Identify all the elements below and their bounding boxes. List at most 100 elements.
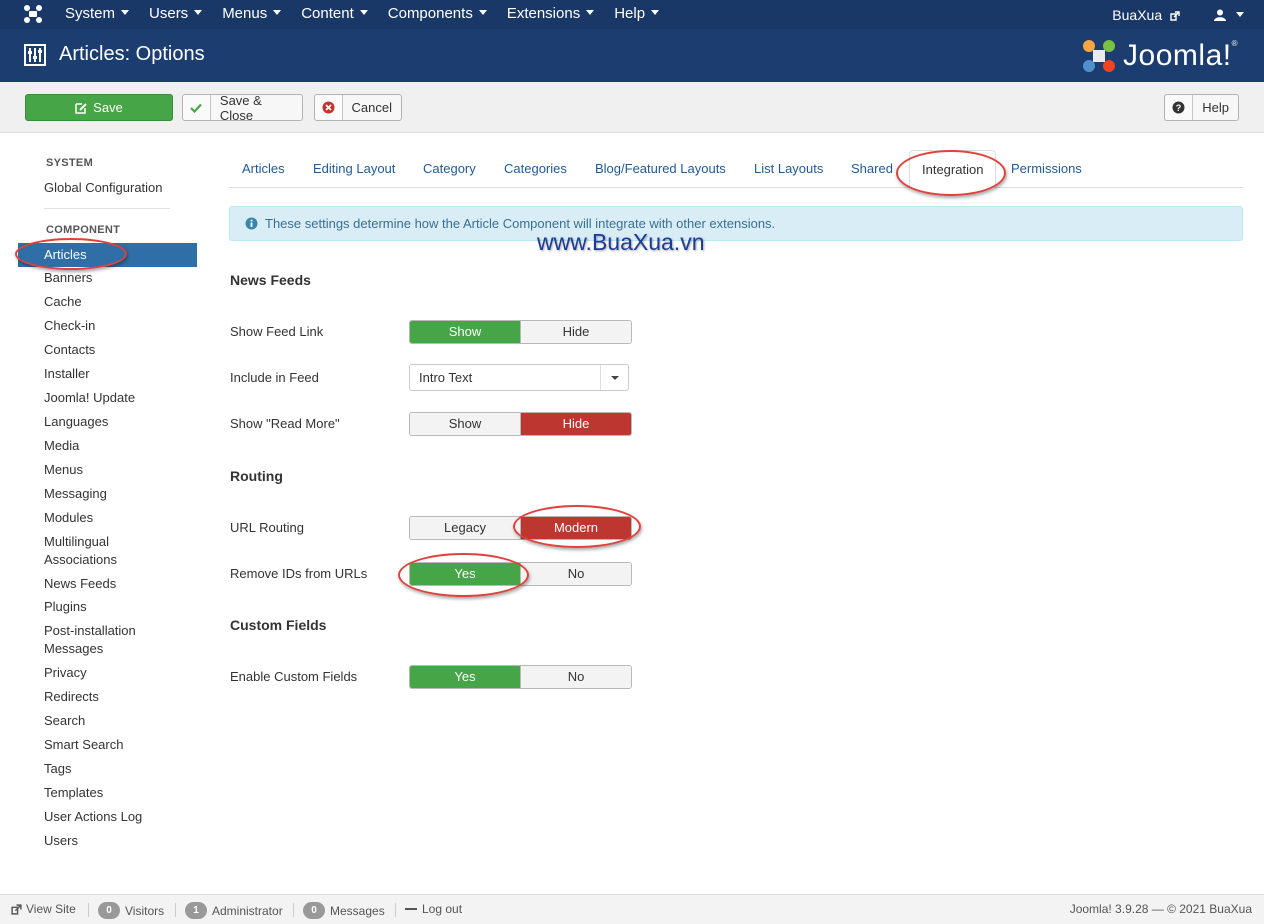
enable-custom-fields-no[interactable]: No [520,666,631,688]
url-routing-label: URL Routing [230,520,304,535]
include-in-feed-select[interactable]: Intro Text [409,364,629,391]
footer-divider [293,903,294,917]
caret-down-icon [600,365,628,390]
sidebar-item[interactable]: Cache [44,293,82,311]
sidebar-item[interactable]: Banners [44,269,92,287]
remove-ids-label: Remove IDs from URLs [230,566,368,581]
menu-system[interactable]: System [55,0,139,29]
menu-help[interactable]: Help [604,0,669,29]
sidebar-item[interactable]: Privacy [44,664,87,682]
sidebar-item-articles[interactable]: Articles [18,243,197,267]
joomla-icon[interactable] [22,4,44,24]
menu-menus[interactable]: Menus [212,0,291,29]
user-menu[interactable] [1214,9,1244,21]
remove-ids-yes[interactable]: Yes [410,563,520,585]
tab-editing-layout[interactable]: Editing Layout [313,150,395,188]
cancel-circle-icon [315,95,343,120]
caret-down-icon [1236,12,1244,17]
sidebar-item[interactable]: Redirects [44,688,99,706]
menu-content[interactable]: Content [291,0,378,29]
section-news-feeds: News Feeds [230,272,311,288]
check-icon [183,95,211,120]
sidebar-heading-component: COMPONENT [46,224,121,236]
tab-categories[interactable]: Categories [504,150,567,188]
url-routing-legacy[interactable]: Legacy [410,517,520,539]
show-read-more-toggle: Show Hide [409,412,632,436]
sidebar-item[interactable]: Users [44,832,78,850]
view-site-link[interactable]: View Site [11,902,76,916]
show-read-more-show[interactable]: Show [410,413,520,435]
footer-divider [88,903,89,917]
sidebar-item[interactable]: Messaging [44,485,107,503]
caret-down-icon [651,10,660,15]
sidebar-item-global-configuration[interactable]: Global Configuration [44,179,163,197]
administrator-link[interactable]: 1 Administrator [185,902,283,919]
caret-down-icon [273,10,282,15]
svg-text:?: ? [1176,103,1182,113]
save-close-button[interactable]: Save & Close [182,93,303,123]
minus-icon [405,908,417,910]
footer-divider [175,903,176,917]
tab-list-layouts[interactable]: List Layouts [754,150,823,188]
joomla-logo-icon [1083,40,1116,72]
sidebar-item[interactable]: Tags [44,760,71,778]
sidebar-item[interactable]: Plugins [44,598,87,616]
options-sliders-icon [24,44,46,66]
sidebar-item[interactable]: Post-installation Messages [44,622,164,658]
sidebar-item[interactable]: Media [44,437,79,455]
status-bar: View Site 0 Visitors 1 Administrator 0 M… [0,894,1264,924]
visitors-count-badge: 0 [98,902,120,919]
options-tabs: Articles Editing Layout Category Categor… [229,150,1243,189]
enable-custom-fields-toggle: Yes No [409,665,632,689]
sidebar-item[interactable]: Templates [44,784,103,802]
menu-users[interactable]: Users [139,0,212,29]
tab-shared[interactable]: Shared [851,150,893,188]
tab-integration[interactable]: Integration [909,150,997,189]
sidebar-item[interactable]: Menus [44,461,83,479]
page-header: Articles: Options Joomla!® [0,29,1264,82]
visitors-link[interactable]: 0 Visitors [98,902,164,919]
enable-custom-fields-yes[interactable]: Yes [410,666,520,688]
sidebar-item[interactable]: Check-in [44,317,95,335]
info-alert: These settings determine how the Article… [229,206,1243,241]
tab-blog-featured-layouts[interactable]: Blog/Featured Layouts [595,150,726,188]
url-routing-modern[interactable]: Modern [520,517,631,539]
sidebar-item[interactable]: News Feeds [44,575,116,593]
joomla-brand-logo: Joomla!® [1081,37,1238,75]
help-button[interactable]: ? Help [1164,94,1239,121]
sidebar-item[interactable]: Installer [44,365,90,383]
site-link[interactable]: BuaXua [1112,7,1180,23]
external-link-icon [11,903,22,915]
sidebar-item[interactable]: Modules [44,509,93,527]
messages-link[interactable]: 0 Messages [303,902,385,919]
caret-down-icon [121,10,130,15]
caret-down-icon [478,10,487,15]
show-read-more-hide[interactable]: Hide [520,413,631,435]
menu-extensions[interactable]: Extensions [497,0,604,29]
enable-custom-fields-label: Enable Custom Fields [230,669,358,684]
sidebar-item[interactable]: Multilingual Associations [44,533,164,569]
show-feed-link-show[interactable]: Show [410,321,520,343]
sidebar-item[interactable]: Contacts [44,341,95,359]
section-routing: Routing [230,468,283,484]
admin-count-badge: 1 [185,902,207,919]
sidebar-item[interactable]: Search [44,712,85,730]
brand-text: Joomla!® [1123,39,1238,72]
show-feed-link-toggle: Show Hide [409,320,632,344]
watermark-text: www.BuaXua.vn [537,229,705,255]
logout-link[interactable]: Log out [405,902,462,916]
tab-articles[interactable]: Articles [242,150,285,188]
remove-ids-no[interactable]: No [520,563,631,585]
tab-category[interactable]: Category [423,150,476,188]
sidebar-item[interactable]: Languages [44,413,108,431]
cancel-button[interactable]: Cancel [314,94,402,121]
show-feed-link-hide[interactable]: Hide [520,321,631,343]
save-button[interactable]: Save [25,94,173,121]
menu-components[interactable]: Components [378,0,497,29]
sidebar-item[interactable]: User Actions Log [44,808,142,826]
sidebar-item[interactable]: Smart Search [44,736,123,754]
caret-down-icon [586,10,595,15]
version-info: Joomla! 3.9.28 — © 2021 BuaXua [1069,902,1252,916]
tab-permissions[interactable]: Permissions [1011,150,1082,188]
sidebar-item[interactable]: Joomla! Update [44,389,135,407]
